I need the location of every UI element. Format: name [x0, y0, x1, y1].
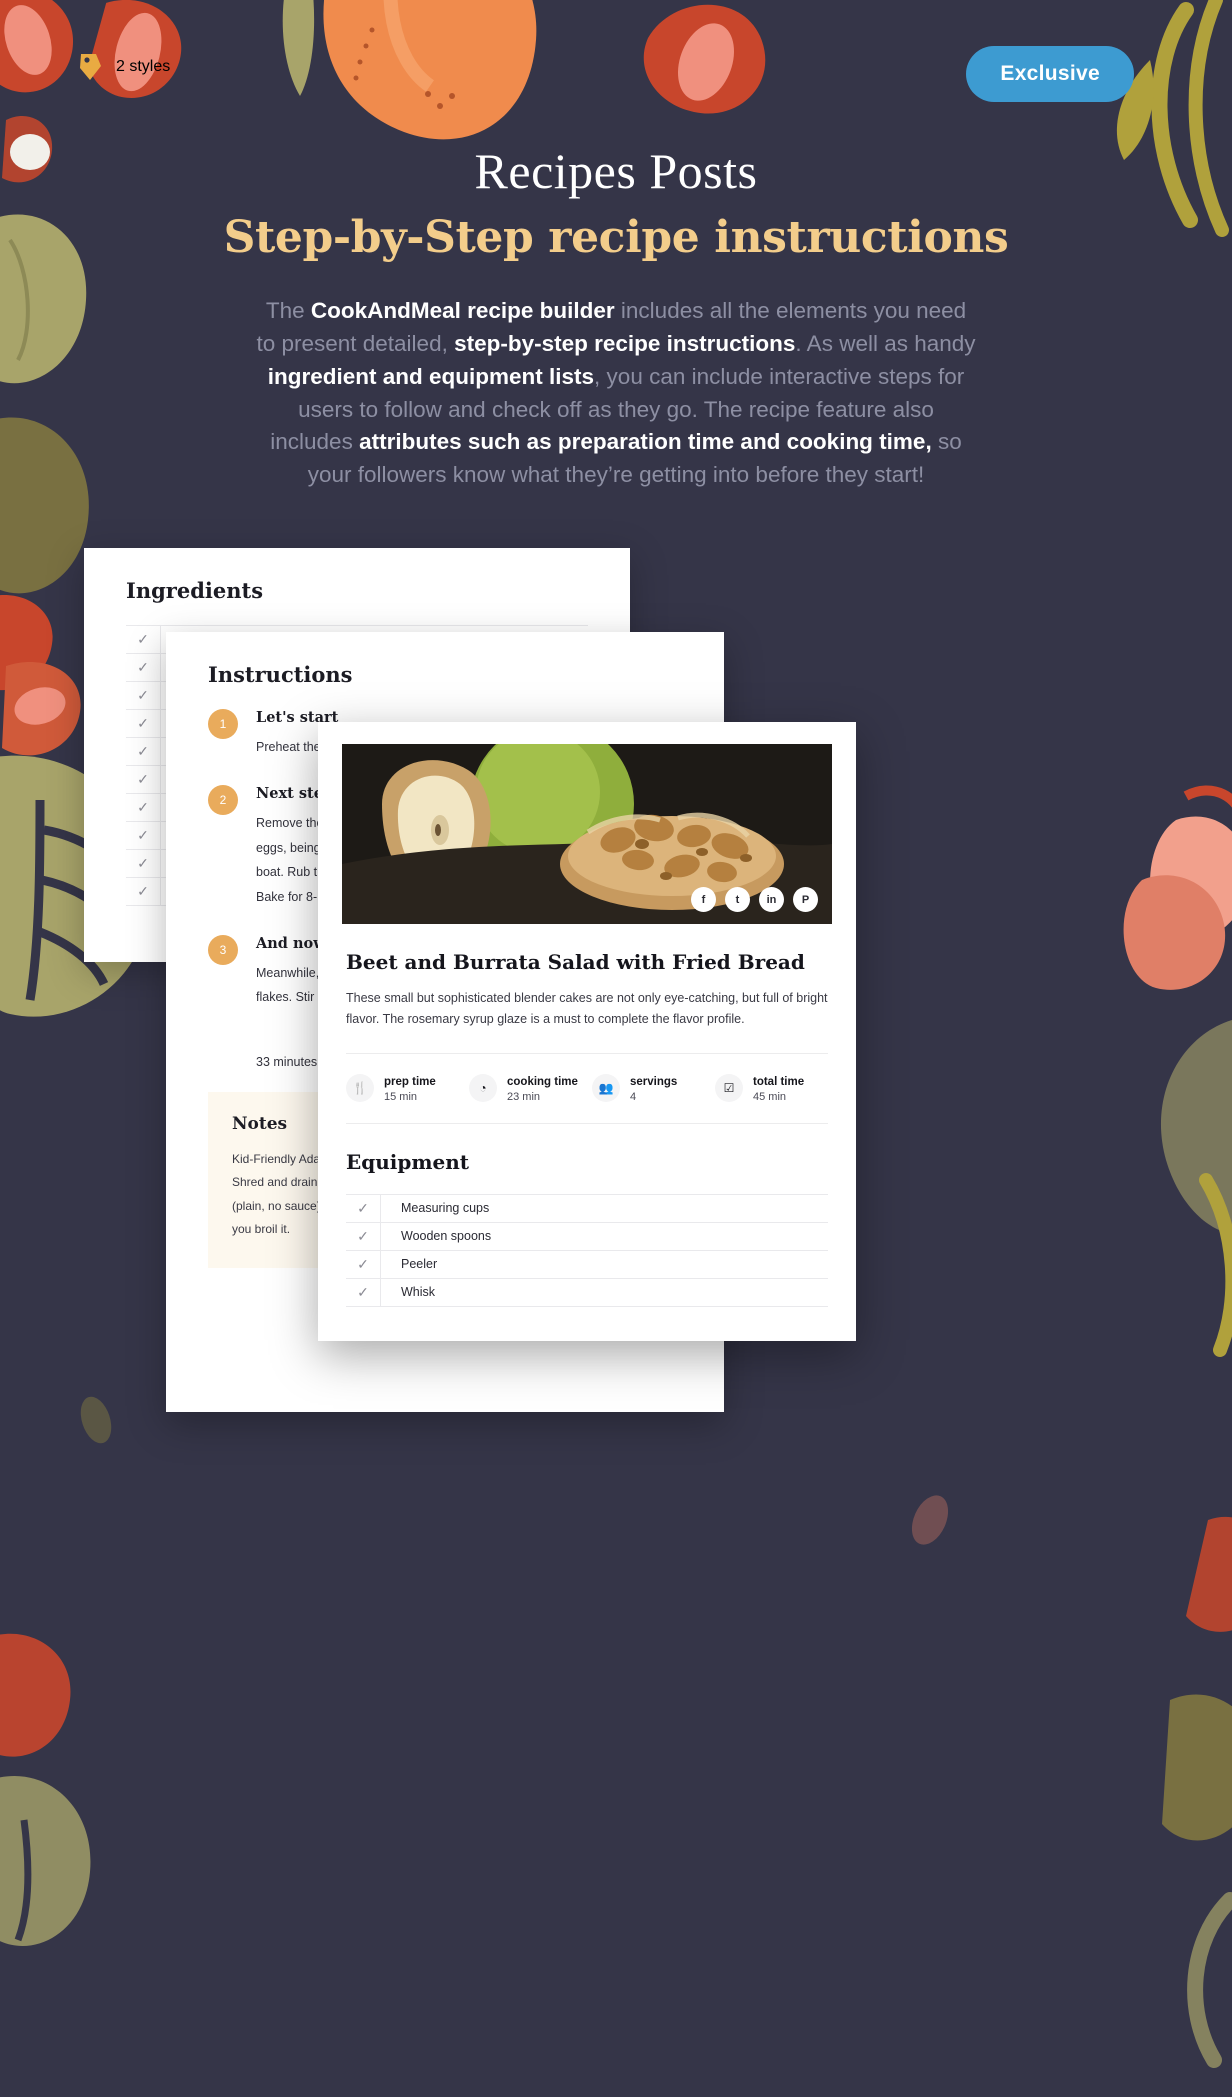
check-icon[interactable]: ✓ [346, 1256, 380, 1273]
recipe-meta-item: 🍴 prep time 15 min [346, 1072, 459, 1105]
step-number: 2 [208, 785, 238, 816]
tag-icon [78, 52, 104, 82]
meta-text: servings 4 [630, 1072, 677, 1105]
recipe-title: Beet and Burrata Salad with Fried Bread [346, 950, 805, 975]
meta-value: 4 [630, 1091, 637, 1104]
hero-desc-emphasis: attributes such as preparation time and … [359, 429, 932, 455]
recipe-meta-item: ◔ cooking time 23 min [469, 1072, 582, 1105]
hero-desc-emphasis: step-by-step recipe instructions [454, 330, 796, 356]
exclusive-badge[interactable]: Exclusive [966, 46, 1134, 102]
recipe-description: These small but sophisticated blender ca… [346, 991, 828, 1027]
check-icon[interactable]: ✓ [126, 827, 160, 844]
recipe-detail-card: f t in P Beet and Burrata Salad with Fried … [318, 722, 856, 1341]
linkedin-share-icon[interactable]: in [759, 887, 784, 913]
equipment-label: Peeler [380, 1250, 828, 1278]
hero-description: The CookAndMeal recipe builder includes … [256, 295, 976, 492]
clock-icon: ◔ [469, 1074, 497, 1103]
check-icon[interactable]: ✓ [126, 743, 160, 760]
check-icon[interactable]: ✓ [346, 1200, 380, 1217]
recipe-meta-item: 👥 servings 4 [592, 1072, 705, 1105]
hero-section: 2 styles Exclusive Recipes Posts Step-by… [0, 0, 1232, 492]
hero-desc-text: . As well as handy [795, 330, 976, 356]
styles-label: 2 styles [116, 58, 171, 75]
equipment-row[interactable]: ✓ Peeler [346, 1250, 828, 1279]
recipe-card-stack: Ingredients ✓1 loaf ciabatta bread✓table… [0, 544, 1232, 1444]
meta-value: 23 min [507, 1091, 541, 1104]
check-icon[interactable]: ✓ [346, 1228, 380, 1245]
facebook-share-icon[interactable]: f [691, 887, 716, 913]
share-buttons[interactable]: f t in P [691, 887, 818, 913]
meta-label: cooking time [507, 1075, 578, 1088]
meta-value: 45 min [753, 1091, 787, 1104]
meta-text: total time 45 min [753, 1072, 804, 1105]
page-title: Recipes Posts [474, 143, 758, 199]
check-icon[interactable]: ✓ [126, 659, 160, 676]
page-subtitle: Step-by-Step recipe instructions [223, 212, 1009, 263]
equipment-label: Whisk [380, 1278, 828, 1306]
equipment-row[interactable]: ✓ Measuring cups [346, 1194, 828, 1223]
check-icon[interactable]: ✓ [126, 771, 160, 788]
recipe-photo: f t in P [342, 744, 832, 925]
check-icon[interactable]: ✓ [126, 631, 160, 648]
meta-value: 15 min [384, 1091, 418, 1104]
meta-label: servings [630, 1075, 678, 1088]
check-icon[interactable]: ✓ [126, 883, 160, 900]
recipe-body: Beet and Burrata Salad with Fried Bread … [318, 924, 856, 1307]
equipment-list: ✓ Measuring cups ✓ Wooden spoons ✓ Peeler ✓ Whi… [346, 1193, 828, 1307]
equipment-row[interactable]: ✓ Wooden spoons [346, 1222, 828, 1251]
meta-label: prep time [384, 1075, 436, 1088]
check-icon[interactable]: ✓ [126, 855, 160, 872]
recipe-meta-row: 🍴 prep time 15 min ◔ cooking time 23 min 👥 serv… [346, 1052, 828, 1124]
check-icon[interactable]: ✓ [346, 1284, 380, 1301]
equipment-row[interactable]: ✓ Whisk [346, 1278, 828, 1307]
check-icon[interactable]: ✓ [126, 687, 160, 704]
hero-desc-text: The [265, 298, 311, 323]
instructions-heading: Instructions [208, 662, 353, 688]
meta-label: total time [753, 1075, 805, 1088]
check-icon[interactable]: ✓ [126, 715, 160, 732]
checkbox-clock-icon: ☑ [715, 1074, 743, 1103]
check-icon[interactable]: ✓ [126, 799, 160, 816]
hero-badges: 2 styles Exclusive [0, 46, 1232, 104]
pinterest-share-icon[interactable]: P [793, 887, 818, 913]
cutlery-icon: 🍴 [346, 1074, 374, 1103]
meta-text: prep time 15 min [384, 1072, 436, 1105]
hero-desc-emphasis: ingredient and equipment lists [267, 363, 595, 389]
step-number: 3 [208, 934, 238, 965]
page-root: 2 styles Exclusive Recipes Posts Step-by… [0, 0, 1232, 2097]
meta-text: cooking time 23 min [507, 1072, 578, 1105]
equipment-heading: Equipment [346, 1149, 470, 1174]
people-icon: 👥 [592, 1074, 620, 1103]
equipment-label: Wooden spoons [380, 1222, 828, 1250]
step-number: 1 [208, 709, 238, 740]
equipment-label: Measuring cups [380, 1194, 828, 1222]
recipe-meta-item: ☑ total time 45 min [715, 1072, 828, 1105]
hero-desc-emphasis: CookAndMeal recipe builder [310, 298, 615, 323]
styles-badge: 2 styles [78, 52, 170, 82]
twitter-share-icon[interactable]: t [725, 887, 750, 913]
ingredients-heading: Ingredients [126, 578, 264, 604]
